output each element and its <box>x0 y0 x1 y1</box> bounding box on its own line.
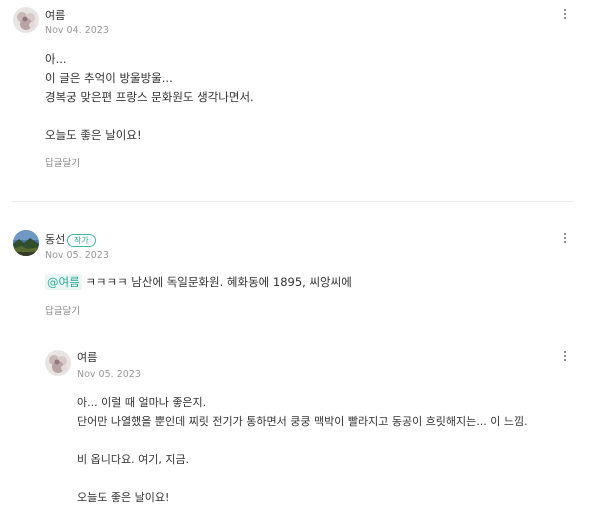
comment-date: Nov 05. 2023 <box>77 369 141 380</box>
reply-button[interactable]: 답글달기 <box>45 158 80 170</box>
comment-line: 이 글은 추억이 방울방울... <box>45 71 173 85</box>
comment-line <box>45 107 254 126</box>
more-vertical-icon[interactable] <box>560 349 570 365</box>
reply-button[interactable]: 답글달기 <box>45 306 80 318</box>
comment-date: Nov 04. 2023 <box>45 25 109 36</box>
mention-link[interactable]: @여름 <box>45 274 82 290</box>
comment-line: 오늘도 좋은 날이요! <box>77 491 170 504</box>
comment-line: 비 옵니다요. 여기, 지금. <box>77 453 190 466</box>
comment-line: 오늘도 좋은 날이요! <box>45 128 142 142</box>
more-vertical-icon[interactable] <box>560 231 570 247</box>
flower-avatar-icon[interactable] <box>45 350 71 376</box>
comment-author[interactable]: 여름 <box>45 9 65 23</box>
comment-line <box>77 431 528 450</box>
comment-author[interactable]: 여름 <box>77 351 97 365</box>
comment-divider <box>12 201 574 202</box>
comment-line: 단어만 나열했을 뿐인데 찌릿 전기가 통하면서 쿵쿵 맥박이 빨라지고 동공이… <box>77 415 528 428</box>
comment-body: 아... 이 글은 추억이 방울방울... 경복궁 맞은편 프랑스 문화원도 생… <box>45 50 254 145</box>
comment-date: Nov 05. 2023 <box>45 250 109 261</box>
comment-text: ㅋㅋㅋㅋ 남산에 독일문화원. 혜화동에 1895, 씨앙씨에 <box>81 275 352 289</box>
comment-line <box>77 469 528 488</box>
more-vertical-icon[interactable] <box>560 7 570 23</box>
comment-author[interactable]: 동선 <box>45 233 65 247</box>
comment-body: 아... 이럴 때 얼마나 좋은지. 단어만 나열했을 뿐인데 찌릿 전기가 통… <box>77 393 528 507</box>
landscape-avatar-icon[interactable] <box>13 230 39 256</box>
flower-avatar-icon[interactable] <box>13 7 39 33</box>
author-badge: 작가 <box>67 234 96 247</box>
comment-line: 경복궁 맞은편 프랑스 문화원도 생각나면서. <box>45 90 254 104</box>
comment-line: 아... <box>45 52 67 66</box>
comment-body: @여름 ㅋㅋㅋㅋ 남산에 독일문화원. 혜화동에 1895, 씨앙씨에 <box>45 273 352 292</box>
comment-line: 아... 이럴 때 얼마나 좋은지. <box>77 396 207 409</box>
